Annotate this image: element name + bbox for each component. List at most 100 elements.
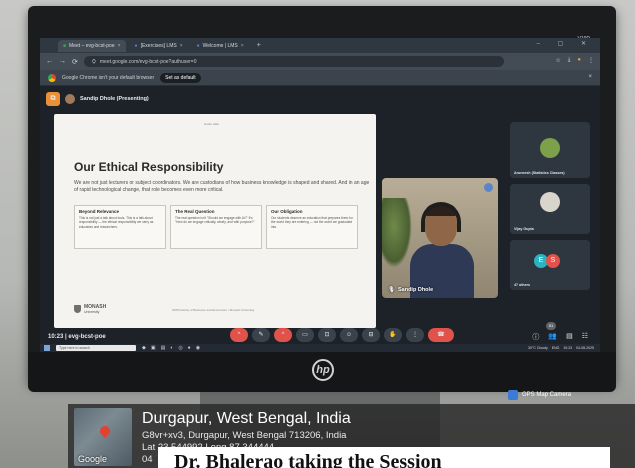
monitor-screen: ■ Meet – evg-bcst-poe × ● [Exercises] LM…	[40, 38, 600, 352]
close-icon[interactable]: ×	[588, 74, 592, 80]
present-icon[interactable]: ⊟	[362, 328, 380, 342]
lms-tab-icon: ●	[196, 42, 200, 49]
gps-date: 04	[142, 454, 153, 465]
leave-call-button[interactable]: ☎	[428, 328, 454, 342]
participant-tile-vijay[interactable]: Vijay Gupta	[510, 184, 590, 234]
hp-logo: hp	[312, 359, 334, 381]
presenter-name: Sandip Dhole (Presenting)	[80, 96, 149, 102]
infobar-message: Google Chrome isn't your default browser	[62, 74, 155, 81]
present-screen-icon[interactable]: ⧉	[46, 92, 60, 106]
tab-label: [Exercises] LMS	[140, 42, 177, 49]
close-tab-icon[interactable]: ×	[180, 43, 183, 49]
speaker-name: Sandip Dhole	[397, 287, 434, 293]
gps-place: Durgapur, West Bengal, India	[142, 410, 351, 427]
mic-icon[interactable]: ✎	[252, 328, 270, 342]
tab-meet[interactable]: ■ Meet – evg-bcst-poe ×	[58, 39, 126, 52]
avatar	[540, 138, 560, 158]
slide-card-beyond-relevance: Beyond Relevance This is not just a talk…	[74, 205, 166, 249]
monash-shield-icon	[74, 305, 81, 313]
gps-camera-badge: GPS Map Camera	[508, 390, 571, 400]
speaker-video-tile[interactable]: 🎙 Sandip Dhole	[382, 178, 498, 298]
map-pin-icon	[97, 423, 113, 439]
participant-tile-aruneesh[interactable]: Aruneesh (Statistics Classes)	[510, 122, 590, 178]
profile-icon[interactable]: ●	[577, 57, 581, 64]
presenter-bar: ⧉ Sandip Dhole (Presenting)	[46, 92, 149, 106]
gps-camera-label: GPS Map Camera	[522, 392, 572, 398]
menu-kebab-icon[interactable]: ⋮	[588, 57, 594, 64]
url-text: meet.google.com/evg-bcst-poe?authuser=0	[99, 58, 197, 65]
lms-tab-icon: ●	[134, 42, 138, 49]
shared-slide: Guide slide Our Ethical Responsibility W…	[54, 114, 376, 328]
participant-tile-others[interactable]: E S 47 others	[510, 240, 590, 290]
participant-name: Aruneesh (Statistics Classes)	[514, 171, 565, 175]
gps-map-thumbnail: Google	[74, 408, 132, 466]
people-icon[interactable]: 👥	[548, 332, 557, 342]
meet-stage: ⧉ Sandip Dhole (Presenting) Guide slide …	[40, 86, 600, 352]
taskbar-search-input[interactable]: Type here to search	[56, 345, 136, 351]
mic-toggle-button[interactable]: ^	[230, 328, 248, 342]
tab-welcome[interactable]: ● Welcome | LMS ×	[192, 40, 249, 52]
download-icon[interactable]: ⤓	[568, 57, 571, 64]
clock[interactable]: 10:23	[563, 344, 572, 352]
slide-card-real-question: The Real Question The real question isn'…	[170, 205, 262, 249]
language-indicator[interactable]: ENG	[552, 344, 560, 352]
weather-widget[interactable]: 30°C Cloudy	[528, 344, 548, 352]
address-bar-actions: ☆ ⤓ ● ⋮	[555, 57, 594, 64]
address-bar-row: ← → ⟳ ⛭ meet.google.com/evg-bcst-poe?aut…	[40, 53, 600, 70]
activities-icon[interactable]: ☷	[582, 332, 588, 342]
meet-side-actions: ⓘ 👥 ▤ ☷	[532, 332, 588, 342]
participant-name: 47 others	[514, 283, 530, 287]
slide-title: Our Ethical Responsibility	[74, 160, 224, 174]
camera-toggle-button[interactable]: ^	[274, 328, 292, 342]
card-body: The real question isn't "Should we engag…	[175, 216, 255, 225]
pinned-apps-icons[interactable]: ◆▣▤◐◎●◉	[142, 345, 205, 351]
reload-icon[interactable]: ⟳	[72, 58, 78, 66]
close-tab-icon[interactable]: ×	[241, 43, 244, 49]
participant-name: Vijay Gupta	[514, 227, 534, 231]
captions-icon[interactable]: ⊡	[318, 328, 336, 342]
emoji-icon[interactable]: ☺	[340, 328, 358, 342]
camera-icon[interactable]: ▭	[296, 328, 314, 342]
tab-exercises[interactable]: ● [Exercises] LMS ×	[130, 40, 188, 52]
set-default-button[interactable]: Set as default	[160, 72, 201, 83]
raise-hand-icon[interactable]: ✋	[384, 328, 402, 342]
logo-subtext: University	[84, 310, 100, 314]
map-brand: Google	[78, 454, 108, 464]
card-heading: Our Obligation	[271, 209, 303, 214]
url-field[interactable]: ⛭ meet.google.com/evg-bcst-poe?authuser=…	[83, 56, 504, 67]
bookmark-star-icon[interactable]: ☆	[555, 57, 560, 64]
taskbar-row: Type here to search ◆▣▤◐◎●◉	[40, 344, 600, 352]
speaker-label: 🎙 Sandip Dhole	[388, 287, 433, 293]
avatar	[65, 94, 75, 104]
window-controls[interactable]: – ▢ ✕	[537, 40, 594, 47]
slide-tag: Guide slide	[204, 122, 220, 126]
card-body: Our students deserve an education that p…	[271, 216, 353, 229]
avatar: S	[546, 254, 560, 268]
monash-logo: MONASH University	[74, 304, 106, 314]
audio-indicator-icon	[484, 183, 493, 192]
headset	[421, 202, 461, 232]
date[interactable]: 04-08-2025	[576, 344, 594, 352]
mic-icon: 🎙	[388, 287, 395, 293]
chrome-icon	[48, 73, 56, 82]
back-icon[interactable]: ←	[46, 58, 53, 65]
gps-address: G8vr+xv3, Durgapur, West Bengal 713206, …	[142, 430, 347, 441]
card-heading: The Real Question	[175, 209, 215, 214]
card-heading: Beyond Relevance	[79, 209, 120, 214]
windows-start-icon[interactable]	[44, 345, 50, 351]
meet-tab-icon: ■	[63, 42, 67, 49]
windows-taskbar: Type here to search ◆▣▤◐◎●◉ 30°C Cloudy …	[40, 344, 600, 352]
site-info-icon[interactable]: ⛭	[92, 59, 96, 65]
plant-background	[382, 198, 412, 268]
photo-caption: Dr. Bhalerao taking the Session	[158, 447, 610, 468]
more-options-icon[interactable]: ⋮	[406, 328, 424, 342]
info-icon[interactable]: ⓘ	[532, 332, 539, 342]
close-tab-icon[interactable]: ×	[118, 43, 121, 49]
forward-icon[interactable]: →	[59, 58, 66, 65]
avatar	[540, 192, 560, 212]
chat-icon[interactable]: ▤	[566, 332, 573, 342]
tab-label: Meet – evg-bcst-poe	[69, 42, 115, 49]
system-tray: 30°C Cloudy ENG 10:23 04-08-2025	[528, 344, 594, 352]
new-tab-icon[interactable]: +	[253, 42, 265, 49]
slide-card-our-obligation: Our Obligation Our students deserve an e…	[266, 205, 358, 249]
